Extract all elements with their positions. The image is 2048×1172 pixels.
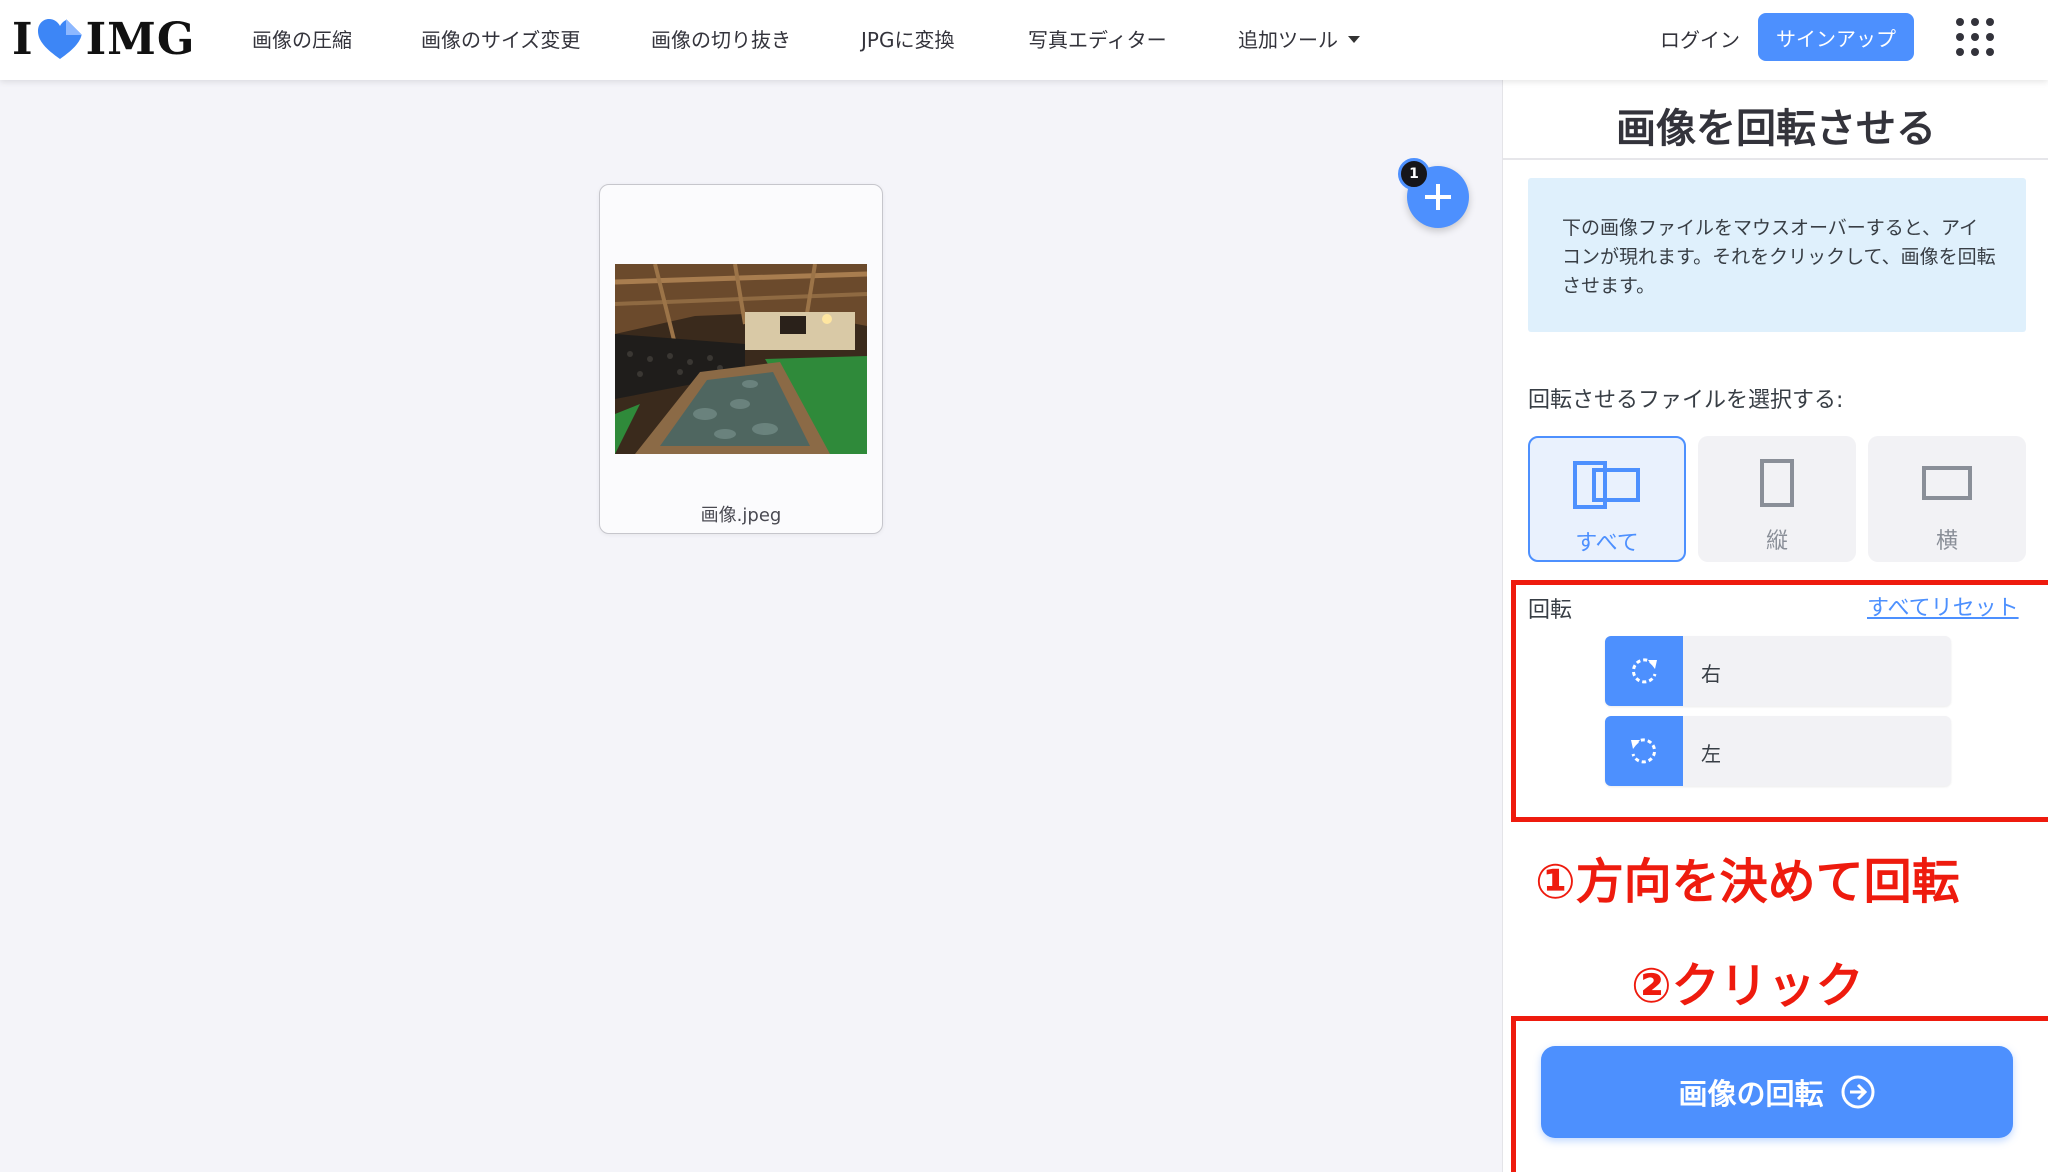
- logo-text-img: IMG: [85, 13, 196, 65]
- portrait-icon: [1760, 459, 1794, 507]
- all-orientation-icon: [1573, 461, 1640, 509]
- file-workspace: 画像.jpeg 1: [0, 80, 1502, 1172]
- info-box: 下の画像ファイルをマウスオーバーすると、アイコンが現れます。それをクリックして、…: [1528, 178, 2026, 332]
- filter-landscape-label: 横: [1935, 529, 1958, 554]
- file-thumbnail: [615, 264, 867, 454]
- nav-resize-image[interactable]: 画像のサイズ変更: [421, 24, 580, 53]
- rotate-images-label: 画像の回転: [1678, 1077, 1824, 1111]
- heart-icon: [37, 19, 82, 59]
- ilovimg-logo[interactable]: I IMG: [12, 13, 196, 65]
- title-divider: [1503, 158, 2048, 160]
- landscape-icon: [1922, 466, 1972, 500]
- nav-crop-image[interactable]: 画像の切り抜き: [651, 24, 791, 53]
- nav-photo-editor[interactable]: 写真エディター: [1028, 24, 1167, 53]
- filter-portrait[interactable]: 縦: [1698, 436, 1856, 562]
- logo-letter-i: I: [12, 13, 34, 65]
- annotation-step1: ①方向を決めて回転: [1535, 854, 1960, 910]
- login-link[interactable]: ログイン: [1660, 24, 1740, 53]
- sidebar-title: 画像を回転させる: [1616, 106, 1936, 152]
- file-name: 画像.jpeg: [700, 505, 782, 526]
- filter-portrait-label: 縦: [1765, 529, 1788, 554]
- chevron-down-icon: [1348, 36, 1360, 43]
- file-card[interactable]: 画像.jpeg: [599, 184, 883, 534]
- file-count-badge: 1: [1398, 158, 1430, 190]
- signup-button[interactable]: サインアップ: [1758, 13, 1914, 61]
- filter-all[interactable]: すべて: [1528, 436, 1686, 562]
- nav-more-tools-label: 追加ツール: [1238, 28, 1338, 52]
- grid-icon[interactable]: [1956, 18, 1994, 56]
- rotate-options-sidebar: 画像を回転させる 下の画像ファイルをマウスオーバーすると、アイコンが現れます。そ…: [1502, 80, 2048, 1172]
- nav-more-tools[interactable]: 追加ツール: [1238, 24, 1360, 53]
- filter-all-label: すべて: [1575, 531, 1639, 556]
- annotation-step2: ②クリック: [1621, 946, 1874, 1016]
- nav-convert-to-jpg[interactable]: JPGに変換: [861, 24, 954, 53]
- annotation-frame-rotation: [1511, 580, 2048, 822]
- nav-compress-image[interactable]: 画像の圧縮: [252, 24, 352, 53]
- top-navigation-bar: I IMG 画像の圧縮 画像のサイズ変更 画像の切り抜き JPGに変換 写真エデ…: [0, 0, 2048, 80]
- filter-landscape[interactable]: 横: [1868, 436, 2026, 562]
- select-files-label: 回転させるファイルを選択する:: [1528, 388, 1844, 413]
- rotate-images-button[interactable]: 画像の回転: [1541, 1046, 2013, 1138]
- arrow-right-circle-icon: [1841, 1075, 1874, 1109]
